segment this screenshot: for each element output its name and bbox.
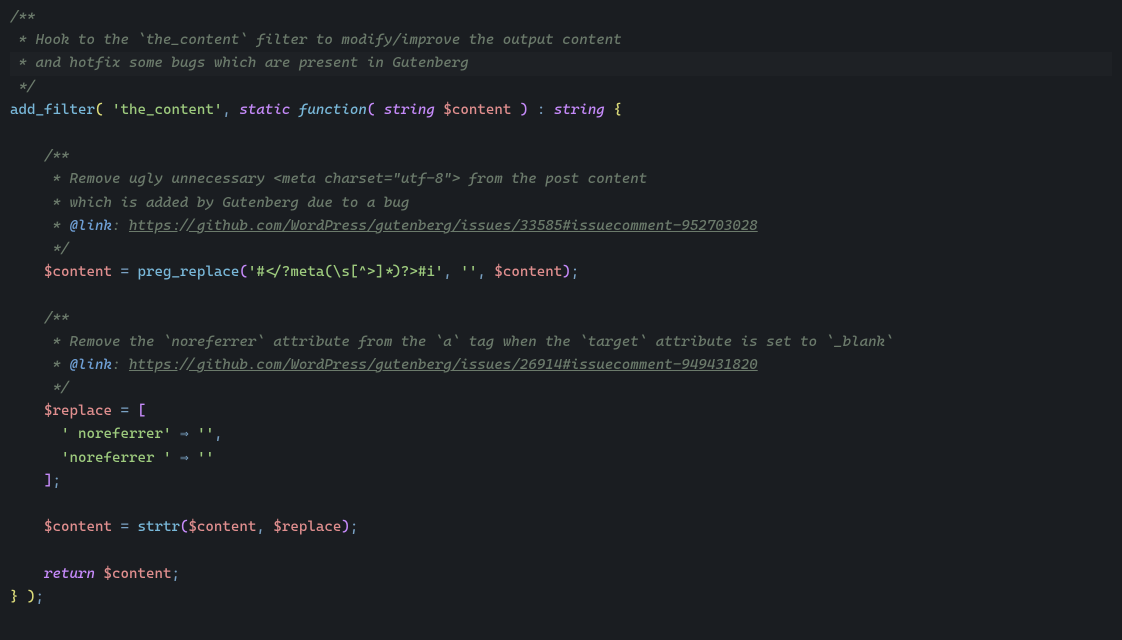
variable: $replace — [273, 519, 341, 535]
variable: $content — [103, 566, 171, 582]
doc-link[interactable]: https://github.com/WordPress/gutenberg/i… — [129, 218, 758, 234]
string-literal: '' — [197, 450, 214, 466]
variable: $content — [443, 102, 511, 118]
docblock-line: */ — [10, 380, 69, 396]
function-call: strtr — [137, 519, 179, 535]
docblock-line: * @link: https://github.com/WordPress/gu… — [10, 357, 758, 373]
doc-tag: @link — [69, 357, 111, 373]
return-type: string — [554, 102, 605, 118]
keyword: function — [299, 102, 367, 118]
type-hint: string — [384, 102, 435, 118]
function-call: preg_replace — [137, 264, 239, 280]
doc-link[interactable]: https://github.com/WordPress/gutenberg/i… — [129, 357, 758, 373]
docblock-line: * Hook to the `the_content` filter to mo… — [10, 32, 622, 48]
variable: $content — [44, 264, 112, 280]
docblock-line: */ — [10, 79, 36, 95]
docblock-line: /** — [44, 148, 70, 164]
string-literal: ' noreferrer' — [61, 426, 171, 442]
string-literal: '#</?meta(\s[^>]*)?>#i' — [248, 264, 443, 280]
docblock-line: * Remove the `noreferrer` attribute from… — [10, 334, 894, 350]
variable: $replace — [44, 403, 112, 419]
variable: $content — [494, 264, 562, 280]
variable: $content — [44, 519, 112, 535]
docblock-line: * Remove ugly unnecessary <meta charset=… — [10, 171, 647, 187]
docblock-line: * which is added by Gutenberg due to a b… — [10, 195, 409, 211]
string-literal: 'noreferrer ' — [61, 450, 171, 466]
docblock-line: * @link: https://github.com/WordPress/gu… — [10, 218, 758, 234]
string-literal: 'the_content' — [112, 102, 222, 118]
docblock-line: /** — [10, 9, 36, 25]
doc-tag: @link — [69, 218, 111, 234]
function-call: add_filter — [10, 102, 95, 118]
docblock-line: * and hotfix some bugs which are present… — [10, 55, 469, 71]
docblock-line: /** — [44, 310, 70, 326]
code-block: /** * Hook to the `the_content` filter t… — [0, 0, 1122, 615]
variable: $content — [188, 519, 256, 535]
string-literal: '' — [460, 264, 477, 280]
string-literal: '' — [197, 426, 214, 442]
docblock-line: */ — [10, 241, 69, 257]
keyword: static — [239, 102, 290, 118]
keyword: return — [44, 566, 95, 582]
